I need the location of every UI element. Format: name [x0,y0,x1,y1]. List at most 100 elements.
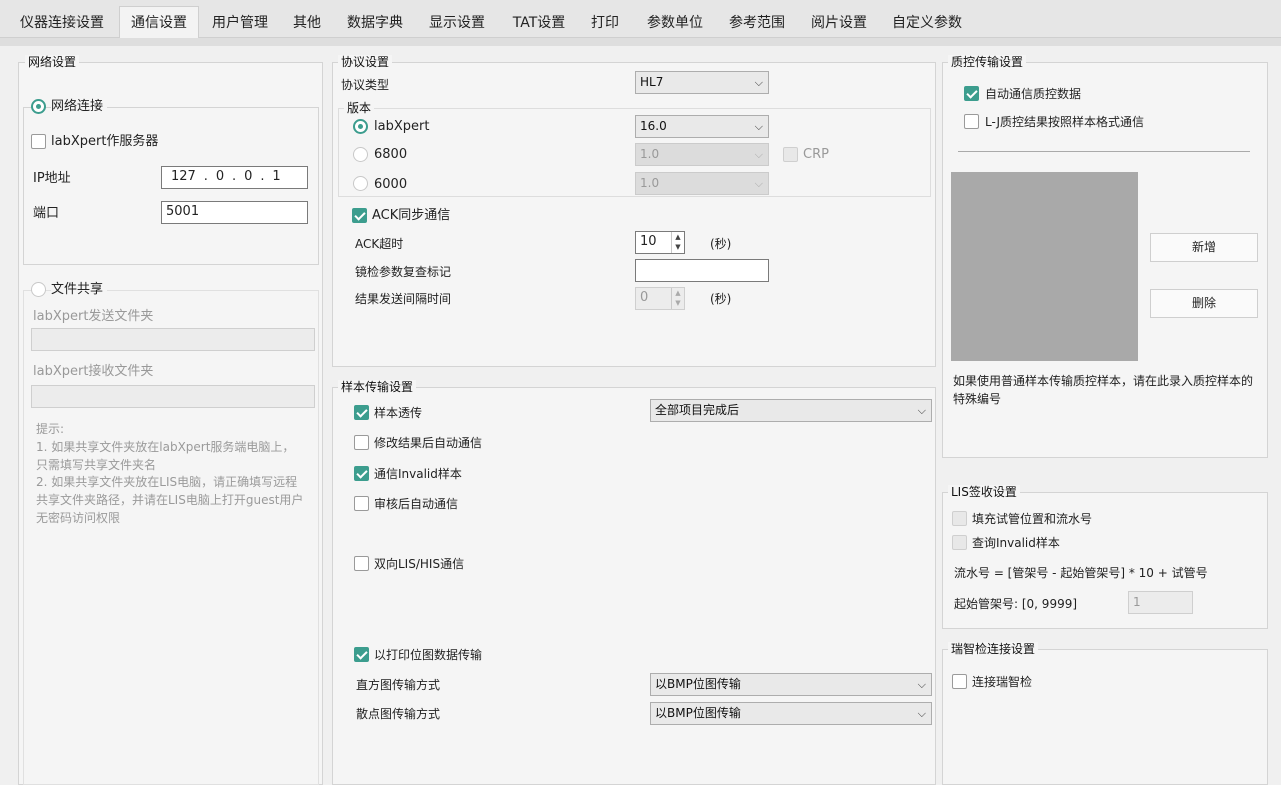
version-6000-value: 1.0 [640,176,660,190]
protocol-settings-title: 协议设置 [338,55,393,69]
start-rack-input[interactable]: 1 [1128,591,1193,614]
send-folder-input[interactable] [31,328,315,351]
histogram-mode-value: 以BMP位图传输 [655,677,741,691]
port-label: 端口 [33,206,60,221]
bidirectional-lis-checkbox[interactable] [354,556,369,571]
add-button[interactable]: 新增 [1150,233,1258,262]
ack-timeout-label: ACK超时 [355,237,404,251]
protocol-type-select[interactable]: HL7 ⌵ [635,71,769,94]
scatter-mode-select[interactable]: 以BMP位图传输 ⌵ [650,702,932,725]
spin-arrows-icon[interactable]: ▲ ▼ [671,288,684,309]
chevron-down-icon: ⌵ [754,148,763,161]
chevron-down-icon: ⌵ [917,404,926,417]
ip-label: IP地址 [33,171,71,186]
version-labxpert-select[interactable]: 16.0 ⌵ [635,115,769,138]
mirror-review-input[interactable] [635,259,769,282]
port-input[interactable]: 5001 [161,201,308,224]
crp-checkbox[interactable] [783,147,798,162]
ip-dot-icon: . [203,169,208,184]
ip-dot-icon: . [260,169,265,184]
ip-dot-icon: . [232,169,237,184]
hint-2: 2. 如果共享文件夹放在LIS电脑，请正确填写远程 共享文件夹路径，并请在LIS… [36,475,304,525]
ip-octet-2: 0 [215,169,225,184]
query-invalid-checkbox[interactable] [952,535,967,550]
tab-display[interactable]: 显示设置 [418,8,496,38]
ack-timeout-input[interactable]: 10 ▲ ▼ [635,231,685,254]
tab-custom-params[interactable]: 自定义参数 [882,8,972,38]
recv-folder-input[interactable] [31,385,315,408]
mirror-review-label: 镜检参数复查标记 [355,265,452,279]
smart-connect-label: 连接瑞智检 [972,675,1033,689]
tab-other[interactable]: 其他 [280,8,334,38]
tab-film-reading[interactable]: 阅片设置 [800,8,878,38]
file-share-label: 文件共享 [51,282,108,298]
auto-qc-label: 自动通信质控数据 [985,87,1082,101]
chevron-down-icon: ⌵ [917,707,926,720]
lj-qc-checkbox[interactable] [964,114,979,129]
version-labxpert-value: 16.0 [640,119,667,133]
tab-communication[interactable]: 通信设置 [119,6,199,39]
tab-tat[interactable]: TAT设置 [500,8,578,38]
chevron-down-icon: ⌵ [754,177,763,190]
tab-print[interactable]: 打印 [582,8,628,38]
bitmap-transfer-label: 以打印位图数据传输 [374,648,483,662]
ip-address-input[interactable]: 127. 0. 0. 1 [161,166,308,189]
tab-reference-range[interactable]: 参考范围 [718,8,796,38]
auto-after-modify-checkbox[interactable] [354,435,369,450]
tab-data-dictionary[interactable]: 数据字典 [336,8,414,38]
tab-user-management[interactable]: 用户管理 [202,8,278,38]
histogram-mode-label: 直方图传输方式 [356,678,441,692]
qc-number-list[interactable] [951,172,1138,361]
sample-passthrough-value: 全部项目完成后 [655,403,740,417]
sample-passthrough-checkbox[interactable] [354,405,369,420]
ip-octet-1: 127 [171,169,196,184]
hint-title: 提示: [36,422,65,436]
chevron-down-icon: ⌵ [917,678,926,691]
chevron-down-icon: ⌵ [754,120,763,133]
tab-param-unit[interactable]: 参数单位 [636,8,714,38]
version-6000-label: 6000 [374,177,408,192]
qc-transmission-title: 质控传输设置 [948,55,1027,69]
crp-label: CRP [803,147,829,162]
version-6000-select[interactable]: 1.0 ⌵ [635,172,769,195]
network-settings-title: 网络设置 [25,55,80,69]
fill-tube-checkbox[interactable] [952,511,967,526]
version-labxpert-radio[interactable] [353,119,368,134]
protocol-type-value: HL7 [640,75,664,89]
network-connect-label: 网络连接 [51,99,108,115]
resend-interval-value: 0 [640,290,649,305]
resend-interval-input[interactable]: 0 ▲ ▼ [635,287,685,310]
qc-divider [958,151,1250,152]
ack-timeout-unit: (秒) [710,237,732,251]
invalid-sample-checkbox[interactable] [354,466,369,481]
auto-after-review-checkbox[interactable] [354,496,369,511]
scatter-mode-label: 散点图传输方式 [356,707,441,721]
bidirectional-lis-label: 双向LIS/HIS通信 [374,557,465,571]
version-6000-radio[interactable] [353,176,368,191]
qc-note: 如果使用普通样本传输质控样本，请在此录入质控样本的特殊编号 [953,374,1254,406]
invalid-sample-label: 通信Invalid样本 [374,467,462,481]
smart-connect-checkbox[interactable] [952,674,967,689]
hint-1: 1. 如果共享文件夹放在labXpert服务端电脑上， 只需填写共享文件夹名 [36,440,295,472]
version-6800-select[interactable]: 1.0 ⌵ [635,143,769,166]
fill-tube-label: 填充试管位置和流水号 [972,512,1093,526]
version-labxpert-label: labXpert [374,119,430,134]
file-share-radio[interactable] [31,282,46,297]
spin-arrows-icon[interactable]: ▲ ▼ [671,232,684,253]
network-connect-radio[interactable] [31,99,46,114]
auto-qc-checkbox[interactable] [964,86,979,101]
histogram-mode-select[interactable]: 以BMP位图传输 ⌵ [650,673,932,696]
labxpert-server-checkbox[interactable] [31,134,46,149]
smart-connection-group [942,649,1268,785]
scatter-mode-value: 以BMP位图传输 [655,706,741,720]
ip-octet-3: 0 [244,169,253,184]
bitmap-transfer-checkbox[interactable] [354,647,369,662]
send-folder-label: labXpert发送文件夹 [33,309,154,324]
tab-instrument-connection[interactable]: 仪器连接设置 [6,8,118,38]
sample-passthrough-select[interactable]: 全部项目完成后 ⌵ [650,399,932,422]
version-6800-label: 6800 [374,147,408,162]
ack-sync-checkbox[interactable] [352,208,367,223]
version-6800-radio[interactable] [353,147,368,162]
delete-button[interactable]: 删除 [1150,289,1258,318]
serial-formula-label: 流水号 = [管架号 - 起始管架号] * 10 + 试管号 [954,566,1208,580]
